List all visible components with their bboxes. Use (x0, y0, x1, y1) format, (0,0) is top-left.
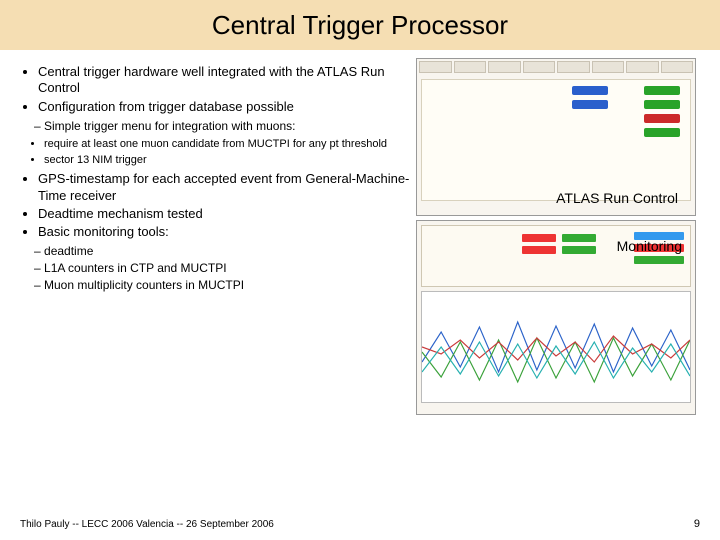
bullet: Deadtime mechanism tested (38, 206, 415, 222)
page-number: 9 (694, 518, 700, 530)
slide-body: Central trigger hardware well integrated… (0, 50, 720, 500)
bullet: Central trigger hardware well integrated… (38, 64, 415, 97)
slide-footer: Thilo Pauly -- LECC 2006 Valencia -- 26 … (20, 519, 274, 530)
bullet: Configuration from trigger database poss… (38, 99, 415, 115)
run-control-label: ATLAS Run Control (556, 190, 678, 206)
bullet: GPS-timestamp for each accepted event fr… (38, 171, 415, 204)
figure-column: ATLAS Run Control Monitoring (416, 58, 706, 419)
sub-bullet: Muon multiplicity counters in MUCTPI (48, 278, 415, 293)
sub-bullet: Simple trigger menu for integration with… (48, 119, 415, 134)
bullet-column: Central trigger hardware well integrated… (20, 64, 415, 293)
bullet: Basic monitoring tools: (38, 224, 415, 240)
sub-bullet: L1A counters in CTP and MUCTPI (48, 261, 415, 276)
monitoring-label: Monitoring (617, 238, 682, 254)
sub-sub-bullet: require at least one muon candidate from… (44, 138, 415, 152)
sub-bullet: deadtime (48, 244, 415, 259)
sub-sub-bullet: sector 13 NIM trigger (44, 154, 415, 168)
slide-title: Central Trigger Processor (0, 0, 720, 50)
